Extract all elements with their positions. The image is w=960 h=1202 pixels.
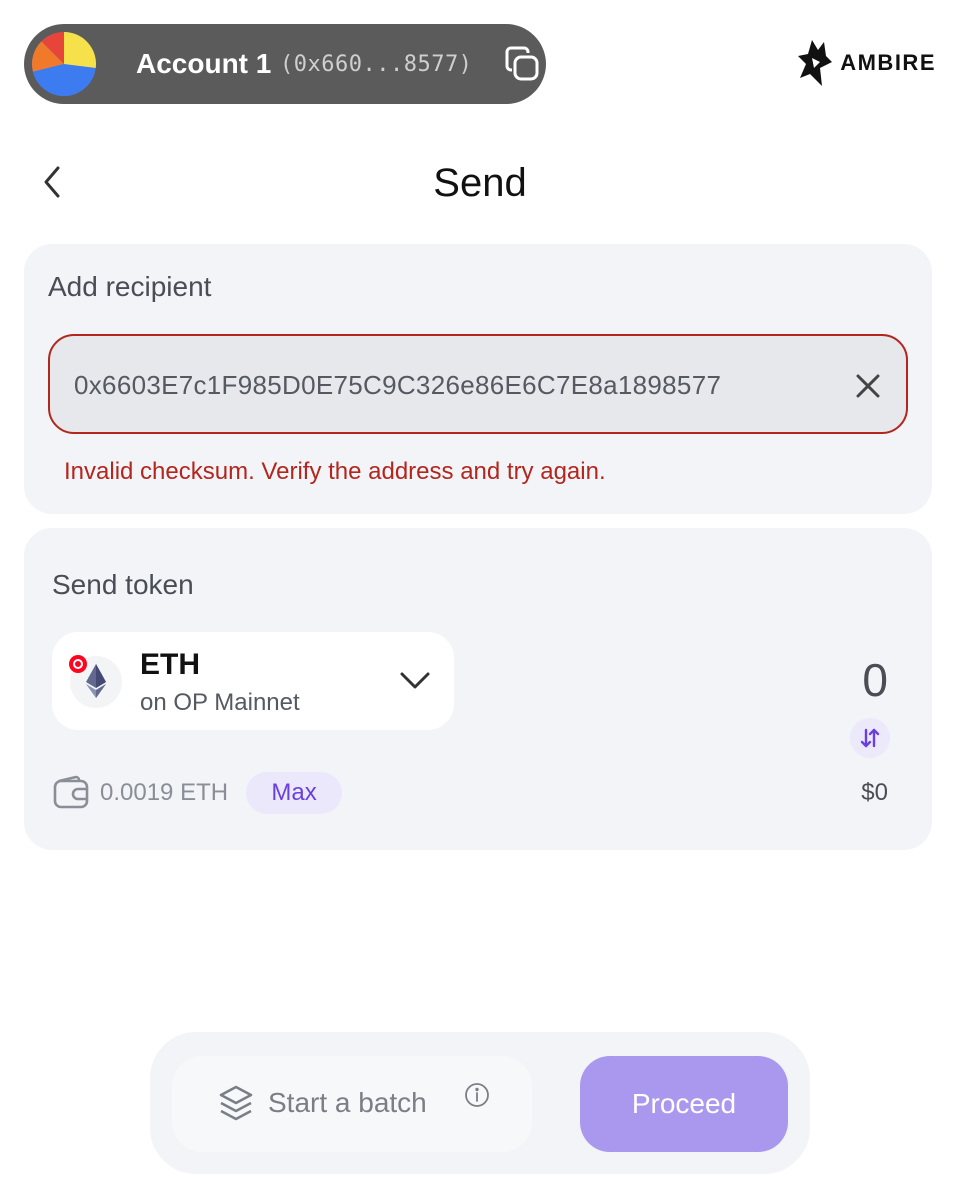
account-avatar bbox=[32, 32, 96, 96]
swap-currency-icon[interactable] bbox=[850, 718, 890, 758]
copy-icon[interactable] bbox=[502, 44, 542, 84]
recipient-address-input[interactable]: 0x6603E7c1F985D0E75C9C326e86E6C7E8a18985… bbox=[48, 334, 908, 434]
recipient-card: Add recipient 0x6603E7c1F985D0E75C9C326e… bbox=[24, 244, 932, 514]
start-batch-label: Start a batch bbox=[268, 1087, 427, 1118]
balance-row: 0.0019 ETH Max bbox=[52, 772, 343, 814]
chevron-down-icon bbox=[398, 668, 432, 694]
token-selector[interactable]: ETH on OP Mainnet bbox=[52, 632, 454, 730]
eth-token-icon bbox=[68, 654, 124, 710]
account-name: Account 1 bbox=[136, 48, 272, 79]
clear-icon[interactable] bbox=[852, 370, 884, 402]
send-token-label: Send token bbox=[52, 569, 194, 600]
account-pill[interactable]: Account 1 (0x660...8577) bbox=[24, 24, 546, 104]
proceed-button[interactable]: Proceed bbox=[580, 1056, 788, 1152]
start-batch-button[interactable]: Start a batch bbox=[172, 1056, 532, 1152]
usd-value: $0 bbox=[861, 779, 888, 806]
token-symbol: ETH bbox=[140, 648, 200, 681]
recipient-address-value[interactable]: 0x6603E7c1F985D0E75C9C326e86E6C7E8a18985… bbox=[74, 368, 721, 402]
recipient-label: Add recipient bbox=[48, 271, 212, 302]
wallet-icon bbox=[52, 775, 90, 811]
layers-icon bbox=[218, 1084, 254, 1124]
recipient-error: Invalid checksum. Verify the address and… bbox=[64, 458, 606, 485]
bottom-action-bar: Start a batch Proceed bbox=[150, 1032, 810, 1174]
amount-input[interactable]: 0 bbox=[862, 652, 888, 708]
page-title: Send bbox=[433, 161, 527, 205]
proceed-label: Proceed bbox=[631, 1088, 737, 1119]
token-network: on OP Mainnet bbox=[140, 689, 300, 716]
brand: AMBIRE bbox=[798, 38, 936, 88]
account-address: (0x660...8577) bbox=[280, 52, 473, 77]
ambire-logo-icon bbox=[798, 38, 833, 88]
token-balance: 0.0019 ETH bbox=[100, 779, 229, 806]
send-token-card: Send token ETH on OP Mainnet 0 0.0019 ET… bbox=[24, 528, 932, 850]
max-button[interactable]: Max bbox=[246, 772, 343, 814]
brand-name: AMBIRE bbox=[840, 50, 936, 75]
info-icon[interactable] bbox=[464, 1082, 490, 1108]
